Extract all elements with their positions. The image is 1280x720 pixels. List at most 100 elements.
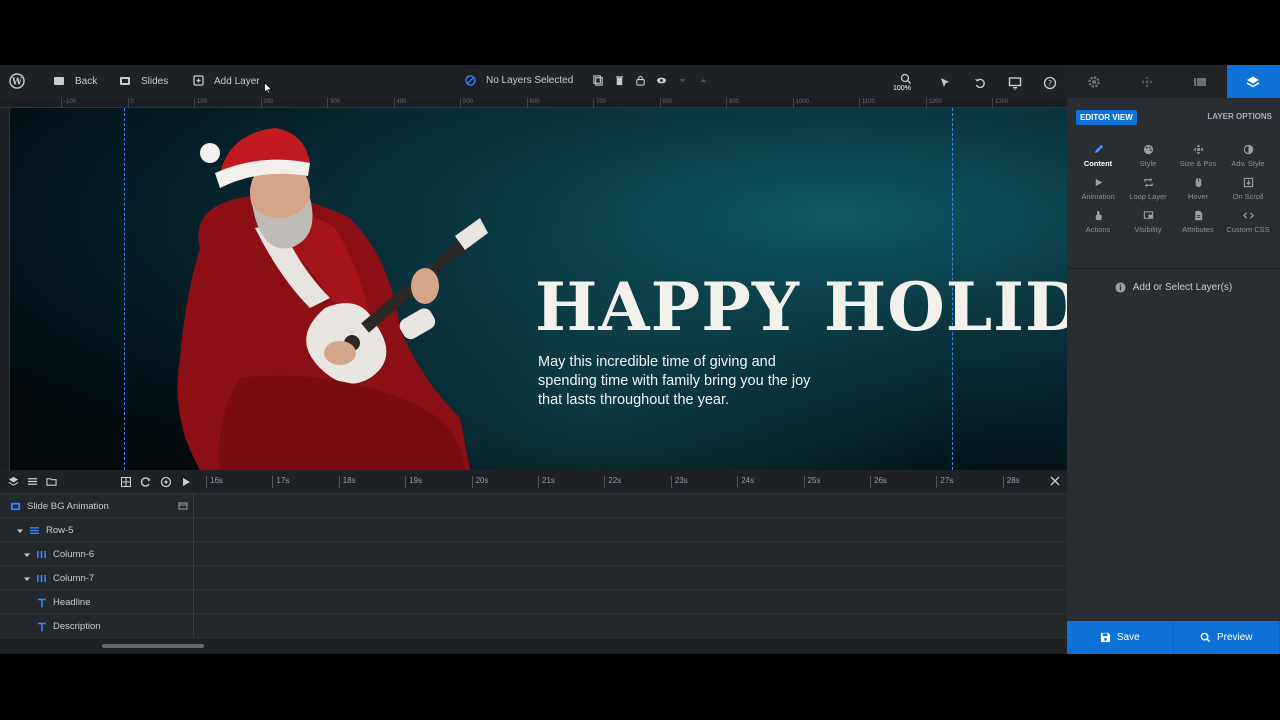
- layer-settings-icon[interactable]: [178, 501, 188, 511]
- timeline-layers: Slide BG Animation Row-5 Column-6 Column…: [0, 494, 1067, 638]
- close-icon[interactable]: [1049, 475, 1061, 487]
- timeline-second-mark: 18s: [338, 476, 356, 488]
- timeline-row[interactable]: Column-6: [0, 542, 1067, 566]
- slides-button[interactable]: Slides: [119, 75, 168, 87]
- option-hover[interactable]: Hover: [1173, 177, 1223, 201]
- option-animation[interactable]: Animation: [1073, 177, 1123, 201]
- slide-headline[interactable]: HAPPY HOLID.: [535, 268, 1067, 346]
- option-style[interactable]: Style: [1123, 144, 1173, 168]
- layer-options-grid: Content Style Size & Pos Adv. Style Anim…: [1073, 144, 1273, 234]
- option-label: Content: [1083, 159, 1113, 168]
- ruler-mark: 500: [460, 98, 473, 108]
- option-visibility[interactable]: Visibility: [1123, 210, 1173, 234]
- option-content[interactable]: Content: [1073, 144, 1123, 168]
- row-divider: [193, 494, 194, 518]
- ruler-mark: 1000: [792, 98, 809, 108]
- back-icon: [54, 77, 64, 85]
- option-custom-css[interactable]: Custom CSS: [1223, 210, 1273, 234]
- back-label: Back: [75, 75, 98, 87]
- undo-icon[interactable]: [973, 76, 987, 90]
- scrollbar-thumb[interactable]: [102, 644, 204, 648]
- layer-tools: No Layers Selected: [465, 75, 709, 86]
- timeline-row[interactable]: Row-5: [0, 518, 1067, 542]
- selection-status: No Layers Selected: [486, 75, 574, 86]
- tab-settings[interactable]: [1067, 65, 1120, 98]
- preview-button[interactable]: Preview: [1173, 621, 1280, 654]
- option-attributes[interactable]: Attributes: [1173, 210, 1223, 234]
- timeline-row[interactable]: Column-7: [0, 566, 1067, 590]
- loop-timeline-icon[interactable]: [140, 476, 152, 488]
- panel-subheader: EDITOR VIEW LAYER OPTIONS: [1067, 98, 1280, 134]
- timeline-row-label: Headline: [53, 597, 91, 608]
- scroll-icon: [1243, 177, 1253, 188]
- contrast-icon: [1243, 144, 1253, 155]
- help-icon[interactable]: ?: [1043, 76, 1057, 90]
- option-actions[interactable]: Actions: [1073, 210, 1123, 234]
- lock-icon[interactable]: [635, 75, 646, 86]
- list-icon[interactable]: [27, 476, 38, 487]
- caret-down-icon[interactable]: [24, 552, 30, 558]
- right-panel: EDITOR VIEW LAYER OPTIONS Content Style …: [1067, 65, 1280, 654]
- delete-icon[interactable]: [614, 75, 625, 86]
- ruler-mark: 1100: [859, 98, 875, 108]
- add-layer-label: Add Layer: [214, 75, 260, 87]
- pointer-icon[interactable]: [938, 76, 952, 90]
- search-icon: [1200, 632, 1211, 643]
- timeline-second-mark: 28s: [1002, 476, 1020, 488]
- timeline-second-mark: 19s: [405, 476, 422, 488]
- back-button[interactable]: Back: [53, 75, 97, 87]
- move-up-icon[interactable]: [698, 75, 709, 86]
- timeline-second-mark: 22s: [604, 476, 621, 488]
- timeline-second-mark: 16s: [206, 476, 223, 488]
- text-icon: [38, 622, 46, 631]
- add-layer-button[interactable]: Add Layer: [192, 75, 260, 87]
- timeline-row-label: Row-5: [46, 525, 74, 536]
- svg-text:?: ?: [1048, 79, 1052, 88]
- save-button[interactable]: Save: [1067, 621, 1174, 654]
- desktop-view-icon[interactable]: [1008, 76, 1022, 90]
- timeline-row[interactable]: Description: [0, 614, 1067, 638]
- option-loop-layer[interactable]: Loop Layer: [1123, 177, 1173, 201]
- timeline-second-mark: 24s: [737, 476, 754, 488]
- timeline-scrollbar[interactable]: [0, 638, 1067, 654]
- zoom-control[interactable]: 100%: [893, 72, 917, 94]
- timeline-row[interactable]: Headline: [0, 590, 1067, 614]
- animation-settings-icon[interactable]: [160, 476, 172, 488]
- column-icon: [37, 574, 46, 583]
- text-icon: [38, 598, 46, 607]
- wordpress-logo-icon[interactable]: W: [9, 73, 25, 89]
- timeline-second-mark: 23s: [670, 476, 688, 488]
- view-tools: 100% ?: [893, 72, 1057, 94]
- hint-text: Add or Select Layer(s): [1132, 282, 1233, 293]
- option-size-pos[interactable]: Size & Pos: [1173, 144, 1223, 168]
- option-label: Adv. Style: [1231, 159, 1265, 168]
- zoom-icon: [900, 73, 911, 84]
- timeline-row[interactable]: Slide BG Animation: [0, 494, 1067, 518]
- move-down-icon[interactable]: [677, 75, 688, 86]
- folder-icon[interactable]: [46, 476, 57, 487]
- editor-view-badge[interactable]: EDITOR VIEW: [1076, 110, 1137, 125]
- slide-description[interactable]: May this incredible time of giving and s…: [538, 353, 828, 410]
- santa-with-ukulele-image[interactable]: [160, 118, 490, 470]
- grid-icon[interactable]: [120, 476, 132, 488]
- option-adv-style[interactable]: Adv. Style: [1223, 144, 1273, 168]
- tab-layers[interactable]: [1226, 65, 1280, 98]
- play-timeline-icon[interactable]: [180, 476, 192, 488]
- layers-icon[interactable]: [8, 476, 19, 487]
- caret-down-icon[interactable]: [17, 528, 23, 534]
- tab-slide[interactable]: [1174, 65, 1227, 98]
- caret-down-icon[interactable]: [24, 576, 30, 582]
- option-on-scroll[interactable]: On Scroll: [1223, 177, 1273, 201]
- duplicate-icon[interactable]: [593, 75, 604, 86]
- slides-panel-icon: [1194, 77, 1207, 86]
- selection-status-icon: [465, 75, 476, 86]
- timeline-ruler[interactable]: 16s 17s 18s 19s 20s 21s 22s 23s 24s 25s 26s 27s 28s: [194, 470, 1034, 494]
- mouse-icon: [1195, 177, 1201, 188]
- slide-bg-icon: [10, 502, 21, 511]
- horizontal-ruler: -100 0 100 200 300 400 500 600 700 800 900 1000 1100…: [0, 98, 1067, 108]
- option-label: Size & Pos: [1179, 159, 1217, 168]
- option-label: Hover: [1187, 192, 1208, 201]
- eye-icon[interactable]: [656, 75, 667, 86]
- slide-canvas[interactable]: HAPPY HOLID. May this incredible time of…: [10, 108, 1067, 470]
- tab-navigation[interactable]: [1120, 65, 1173, 98]
